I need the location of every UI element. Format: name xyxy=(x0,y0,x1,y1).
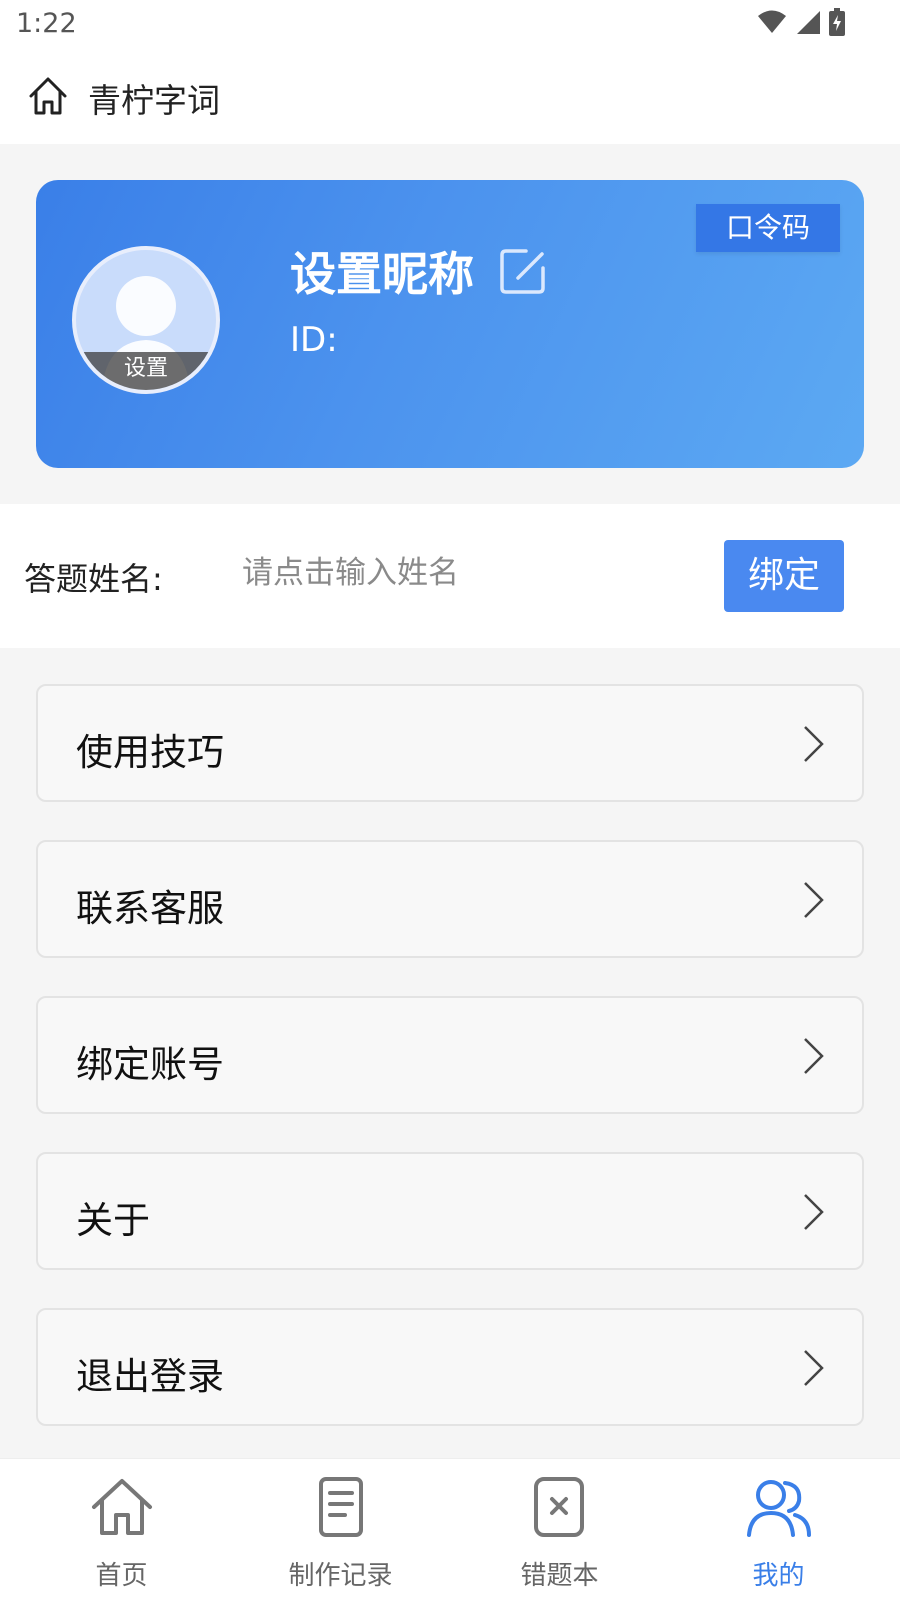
passcode-button[interactable]: 口令码 xyxy=(696,204,840,252)
menu-item-bind-account[interactable]: 绑定账号 xyxy=(36,996,864,1114)
home-icon xyxy=(91,1479,152,1535)
menu-item-logout[interactable]: 退出登录 xyxy=(36,1308,864,1426)
menu-list: 使用技巧 联系客服 绑定账号 关于 退出登录 xyxy=(36,684,864,1464)
tab-label: 错题本 xyxy=(520,1561,599,1591)
chevron-right-icon xyxy=(804,726,824,762)
status-bar: 1:22 xyxy=(0,0,900,50)
tab-label: 我的 xyxy=(752,1561,805,1591)
app-bar: 青柠字词 xyxy=(0,50,900,144)
edit-icon[interactable] xyxy=(498,246,548,296)
menu-item-tips[interactable]: 使用技巧 xyxy=(36,684,864,802)
users-icon xyxy=(746,1480,811,1537)
status-icons xyxy=(757,8,845,36)
chevron-right-icon xyxy=(804,882,824,918)
signal-icon xyxy=(797,11,820,34)
chevron-right-icon xyxy=(804,1194,824,1230)
bind-button[interactable]: 绑定 xyxy=(724,540,844,612)
menu-item-label: 关于 xyxy=(76,1199,150,1242)
bottom-tab-bar: 首页 制作记录 错题本 我的 xyxy=(0,1458,900,1601)
menu-item-contact[interactable]: 联系客服 xyxy=(36,840,864,958)
avatar[interactable]: 设置 xyxy=(72,246,220,394)
tab-home[interactable]: 首页 xyxy=(9,1459,234,1601)
tab-records[interactable]: 制作记录 xyxy=(228,1459,453,1601)
chevron-right-icon xyxy=(804,1350,824,1386)
name-input[interactable] xyxy=(240,542,684,604)
menu-item-about[interactable]: 关于 xyxy=(36,1152,864,1270)
user-id: ID: xyxy=(290,320,338,360)
notebook-icon xyxy=(533,1477,584,1537)
home-icon[interactable] xyxy=(26,74,70,118)
menu-item-label: 使用技巧 xyxy=(76,731,224,774)
menu-item-label: 联系客服 xyxy=(76,887,224,930)
chevron-right-icon xyxy=(804,1038,824,1074)
page-title: 青柠字词 xyxy=(88,81,220,120)
profile-card: 口令码 设置 设置昵称 ID: xyxy=(36,180,864,468)
answer-name-label: 答题姓名: xyxy=(24,560,163,598)
document-icon xyxy=(318,1477,363,1537)
tab-label: 首页 xyxy=(95,1561,148,1591)
tab-wrong-book[interactable]: 错题本 xyxy=(447,1459,672,1601)
tab-mine[interactable]: 我的 xyxy=(666,1459,891,1601)
battery-icon xyxy=(829,8,845,36)
nickname[interactable]: 设置昵称 xyxy=(290,238,474,304)
tab-label: 制作记录 xyxy=(288,1561,393,1591)
wifi-icon xyxy=(758,10,786,33)
menu-item-label: 绑定账号 xyxy=(76,1043,224,1086)
status-time: 1:22 xyxy=(16,8,77,39)
menu-item-label: 退出登录 xyxy=(76,1355,224,1398)
bind-name-row: 答题姓名: 绑定 xyxy=(0,504,900,648)
avatar-caption: 设置 xyxy=(76,352,216,390)
